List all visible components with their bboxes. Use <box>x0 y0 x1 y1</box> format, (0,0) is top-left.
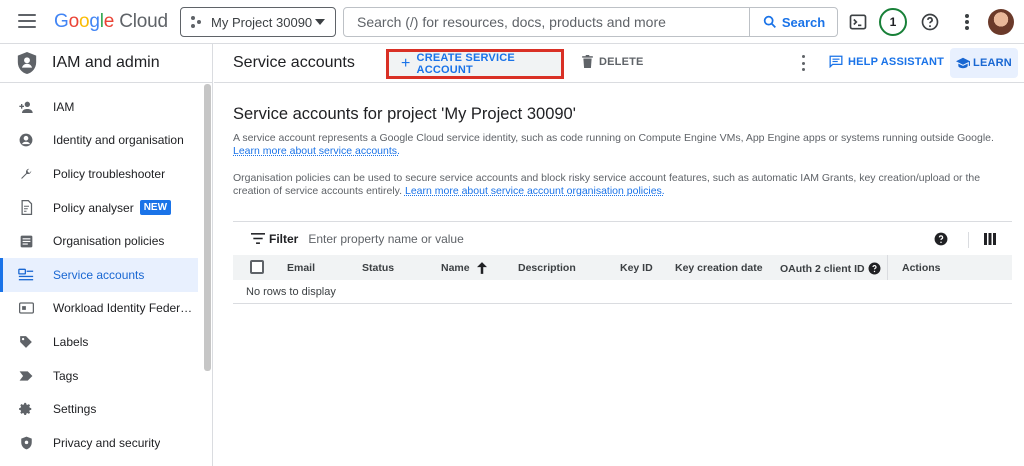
shield-icon <box>18 435 34 451</box>
help-icon[interactable] <box>918 10 942 34</box>
filter-label: Filter <box>269 231 299 246</box>
project-dots-icon <box>191 16 203 28</box>
column-header-oauth-client-id[interactable]: OAuth 2 client ID <box>780 262 881 275</box>
column-header-actions: Actions <box>902 262 941 274</box>
search-input[interactable] <box>344 8 749 36</box>
header-divider <box>214 82 1024 83</box>
top-bar: Google Cloud My Project 30090 Search 1 <box>0 0 1024 44</box>
sidebar-scrollbar[interactable] <box>204 84 211 371</box>
sidebar-item-tags[interactable]: Tags <box>0 359 198 393</box>
filter-bar: Filter <box>233 221 1012 255</box>
sidebar-item-settings[interactable]: Settings <box>0 392 198 426</box>
sidebar-item-labels[interactable]: Labels <box>0 325 198 359</box>
column-header-key-id[interactable]: Key ID <box>620 262 653 274</box>
sidebar-item-privacy-security[interactable]: Privacy and security <box>0 426 198 460</box>
school-icon <box>956 57 971 69</box>
sidebar-item-iam[interactable]: IAM <box>0 90 198 124</box>
sidebar-title: IAM and admin <box>52 54 160 71</box>
account-circle-icon <box>18 132 34 148</box>
filter-input[interactable] <box>308 231 869 246</box>
empty-table-message: No rows to display <box>233 280 1012 304</box>
column-header-key-creation-date[interactable]: Key creation date <box>675 262 763 274</box>
article-icon <box>18 233 34 249</box>
delete-button[interactable]: DELETE <box>582 55 644 68</box>
search-button[interactable]: Search <box>749 8 837 36</box>
main-menu-icon[interactable] <box>18 14 36 28</box>
sidebar-item-service-accounts[interactable]: Service accounts <box>0 257 198 292</box>
column-header-status[interactable]: Status <box>362 262 394 274</box>
project-name: My Project 30090 <box>211 14 313 30</box>
avatar[interactable] <box>988 9 1014 35</box>
tag-icon <box>18 368 34 384</box>
search-icon <box>763 15 776 28</box>
more-actions-icon[interactable] <box>800 55 806 71</box>
filter-icon <box>251 233 265 244</box>
google-cloud-logo[interactable]: Google Cloud <box>54 11 168 33</box>
trash-icon <box>582 55 593 68</box>
plus-icon: + <box>401 55 411 72</box>
search-bar: Search <box>343 7 838 37</box>
column-header-description[interactable]: Description <box>518 262 576 274</box>
sidebar-divider <box>0 82 212 83</box>
sidebar-item-identity-organisation[interactable]: Identity and organisation <box>0 124 198 158</box>
actions-column-separator <box>887 255 888 280</box>
help-assistant-button[interactable]: HELP ASSISTANT <box>829 55 944 68</box>
org-policies-description: Organisation policies can be used to sec… <box>233 172 981 197</box>
create-service-account-button[interactable]: + CREATE SERVICE ACCOUNT <box>386 49 564 79</box>
page-title: Service accounts <box>233 54 355 71</box>
more-vert-icon[interactable] <box>955 10 979 34</box>
document-search-icon <box>18 200 34 216</box>
sidebar-item-policy-troubleshooter[interactable]: Policy troubleshooter <box>0 157 198 191</box>
sidebar-nav: IAM Identity and organisation Policy tro… <box>0 90 212 460</box>
service-accounts-table: Filter Email Status Name Description Key… <box>233 221 1012 304</box>
column-header-name[interactable]: Name <box>441 262 487 274</box>
id-card-icon <box>18 300 34 316</box>
chat-icon <box>829 55 843 68</box>
filter-separator <box>968 232 969 248</box>
chevron-down-icon <box>315 19 325 25</box>
cloud-shell-icon[interactable] <box>846 10 870 34</box>
sidebar-item-policy-analyser[interactable]: Policy analyser NEW <box>0 191 198 225</box>
label-icon <box>18 334 34 350</box>
select-all-checkbox[interactable] <box>250 260 264 274</box>
project-picker[interactable]: My Project 30090 <box>180 7 336 37</box>
section-heading: Service accounts for project 'My Project… <box>233 105 576 123</box>
oauth-help-icon[interactable] <box>868 262 881 275</box>
learn-button[interactable]: LEARN <box>950 48 1018 78</box>
iam-shield-icon <box>17 52 37 74</box>
sort-ascending-icon <box>476 262 487 274</box>
column-header-email[interactable]: Email <box>287 262 315 274</box>
page-header: Service accounts + CREATE SERVICE ACCOUN… <box>214 44 1024 82</box>
new-badge: NEW <box>139 200 172 216</box>
learn-more-service-accounts-link[interactable]: Learn more about service accounts. <box>233 145 400 157</box>
column-display-icon[interactable] <box>984 233 996 245</box>
sidebar-item-workload-identity-federation[interactable]: Workload Identity Federat... <box>0 292 198 326</box>
table-header-row: Email Status Name Description Key ID Key… <box>233 255 1012 280</box>
notifications-badge[interactable]: 1 <box>879 8 907 36</box>
gear-icon <box>18 401 34 417</box>
sidebar: IAM and admin IAM Identity and organisat… <box>0 44 213 466</box>
service-account-icon <box>18 267 34 283</box>
service-account-description: A service account represents a Google Cl… <box>233 132 994 157</box>
wrench-icon <box>18 166 34 182</box>
learn-more-org-policies-link[interactable]: Learn more about service account organis… <box>405 185 665 197</box>
sidebar-header: IAM and admin <box>0 44 212 82</box>
sidebar-item-organisation-policies[interactable]: Organisation policies <box>0 224 198 258</box>
person-add-icon <box>18 99 34 115</box>
filter-help-icon[interactable] <box>934 232 948 246</box>
